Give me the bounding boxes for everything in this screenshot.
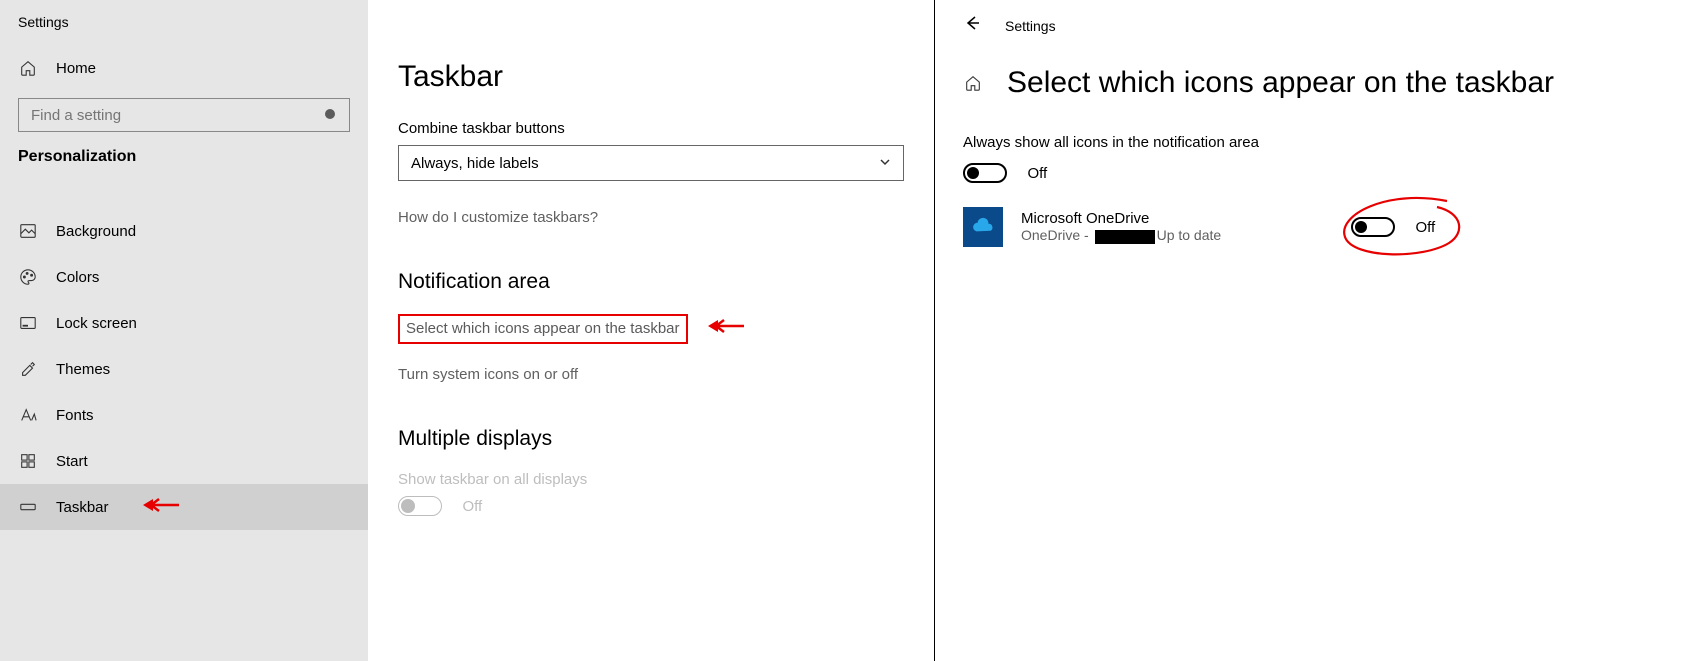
annotation-highlight-box: Select which icons appear on the taskbar <box>398 314 688 344</box>
toggle-state-label: Off <box>1027 165 1047 182</box>
nav-label: Taskbar <box>56 499 109 516</box>
app-row-onedrive: Microsoft OneDrive OneDrive - Up to date… <box>963 207 1666 247</box>
link-system-icons[interactable]: Turn system icons on or off <box>398 366 904 383</box>
taskbar-icon <box>18 497 38 517</box>
combo-label: Combine taskbar buttons <box>398 120 904 137</box>
nav-label: Themes <box>56 361 110 378</box>
sidebar-item-colors[interactable]: Colors <box>0 254 368 300</box>
search-box[interactable] <box>18 98 350 132</box>
notification-area-heading: Notification area <box>398 270 904 294</box>
always-show-label: Always show all icons in the notificatio… <box>963 134 1666 151</box>
nav-label: Start <box>56 453 88 470</box>
sidebar-item-lockscreen[interactable]: Lock screen <box>0 300 368 346</box>
chevron-down-icon <box>879 155 891 172</box>
app-title: Settings <box>0 0 368 30</box>
fonts-icon <box>18 405 38 425</box>
always-show-toggle[interactable] <box>963 163 1007 183</box>
sidebar-item-home[interactable]: Home <box>0 30 368 88</box>
app-desc: OneDrive - Up to date <box>1021 227 1351 243</box>
help-link-customize-taskbars[interactable]: How do I customize taskbars? <box>398 209 904 226</box>
lockscreen-icon <box>18 313 38 333</box>
home-label: Home <box>56 60 96 77</box>
show-taskbar-all-displays-label: Show taskbar on all displays <box>398 471 904 488</box>
search-icon <box>323 107 339 123</box>
toggle-state-label: Off <box>462 498 482 515</box>
sidebar-item-start[interactable]: Start <box>0 438 368 484</box>
onedrive-toggle[interactable] <box>1351 217 1395 237</box>
taskbar-settings-pane: Taskbar Combine taskbar buttons Always, … <box>368 0 935 661</box>
settings-sidebar: Settings Home Personalization Background <box>0 0 368 661</box>
home-icon <box>18 58 38 78</box>
sidebar-item-themes[interactable]: Themes <box>0 346 368 392</box>
picture-icon <box>18 221 38 241</box>
nav-label: Colors <box>56 269 99 286</box>
multiple-displays-heading: Multiple displays <box>398 427 904 451</box>
themes-icon <box>18 359 38 379</box>
annotation-arrow-icon <box>137 495 181 519</box>
sidebar-item-fonts[interactable]: Fonts <box>0 392 368 438</box>
nav-label: Fonts <box>56 407 94 424</box>
search-input[interactable] <box>29 106 323 125</box>
start-icon <box>18 451 38 471</box>
select-icons-pane: Settings Select which icons appear on th… <box>935 0 1694 661</box>
section-header: Personalization <box>0 148 368 184</box>
annotation-arrow-icon <box>702 316 746 341</box>
page-title: Taskbar <box>398 60 904 94</box>
onedrive-icon <box>963 207 1003 247</box>
sidebar-item-taskbar[interactable]: Taskbar <box>0 484 368 530</box>
redacted-text <box>1095 230 1155 244</box>
combine-taskbar-combo[interactable]: Always, hide labels <box>398 145 904 181</box>
palette-icon <box>18 267 38 287</box>
breadcrumb: Settings <box>1005 18 1056 34</box>
app-name: Microsoft OneDrive <box>1021 210 1351 227</box>
back-button[interactable] <box>963 14 981 38</box>
show-taskbar-all-displays-toggle <box>398 496 442 516</box>
page-title: Select which icons appear on the taskbar <box>1007 66 1554 100</box>
combo-value: Always, hide labels <box>411 155 539 172</box>
nav-label: Background <box>56 223 136 240</box>
sidebar-item-background[interactable]: Background <box>0 208 368 254</box>
home-icon[interactable] <box>963 73 983 93</box>
toggle-state-label: Off <box>1415 219 1435 236</box>
nav-label: Lock screen <box>56 315 137 332</box>
link-select-icons[interactable]: Select which icons appear on the taskbar <box>406 320 680 337</box>
